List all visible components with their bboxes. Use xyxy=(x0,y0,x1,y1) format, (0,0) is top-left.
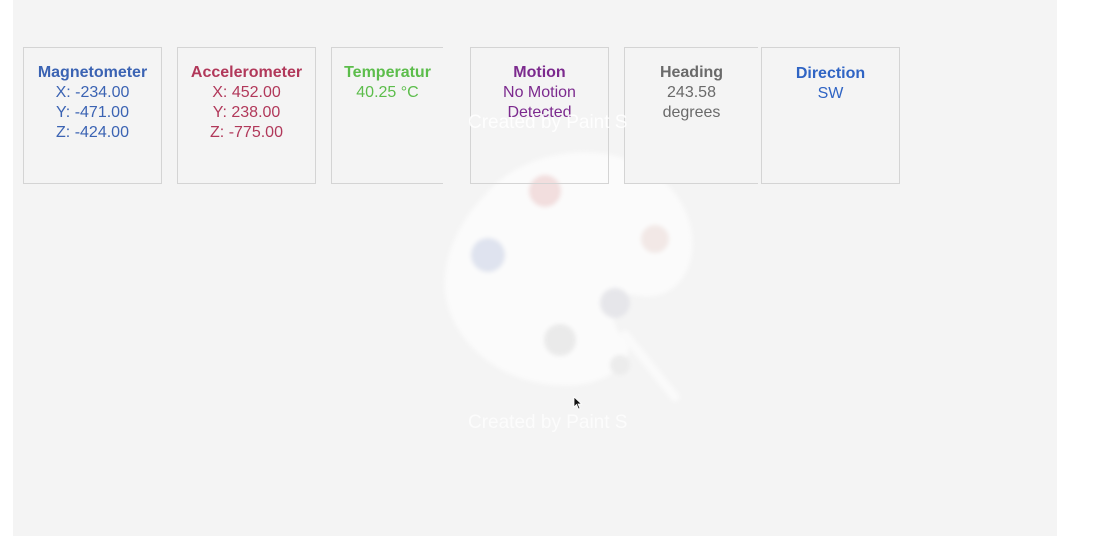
direction-title: Direction xyxy=(795,65,866,82)
accelerometer-y: Y: 238.00 xyxy=(212,104,281,121)
accelerometer-card: Accelerometer X: 452.00 Y: 238.00 Z: -77… xyxy=(177,47,316,184)
mouse-cursor-icon xyxy=(573,396,583,410)
watermark-text-top: Created by Paint S xyxy=(468,112,628,133)
accelerometer-x: X: 452.00 xyxy=(212,84,281,101)
magnetometer-card: Magnetometer X: -234.00 Y: -471.00 Z: -4… xyxy=(23,47,162,184)
watermark-text-bottom: Created by Paint S xyxy=(468,412,628,433)
magnetometer-z: Z: -424.00 xyxy=(56,124,129,141)
temperature-title: Temperatur xyxy=(344,64,431,81)
temperature-card: Temperatur 40.25 °C xyxy=(331,47,443,184)
dashboard-canvas: Magnetometer X: -234.00 Y: -471.00 Z: -4… xyxy=(13,0,1057,536)
heading-title: Heading xyxy=(659,64,724,81)
heading-value: 243.58 xyxy=(667,84,716,101)
heading-card: Heading 243.58 degrees xyxy=(624,47,758,184)
direction-value: SW xyxy=(817,85,844,102)
motion-status-line1: No Motion xyxy=(503,84,576,101)
accelerometer-title: Accelerometer xyxy=(190,64,303,81)
heading-unit: degrees xyxy=(662,104,721,121)
direction-card: Direction SW xyxy=(761,47,900,184)
magnetometer-title: Magnetometer xyxy=(37,64,148,81)
magnetometer-x: X: -234.00 xyxy=(55,84,130,101)
magnetometer-y: Y: -471.00 xyxy=(56,104,129,121)
accelerometer-z: Z: -775.00 xyxy=(210,124,283,141)
motion-title: Motion xyxy=(513,64,566,81)
temperature-value: 40.25 °C xyxy=(356,84,419,101)
